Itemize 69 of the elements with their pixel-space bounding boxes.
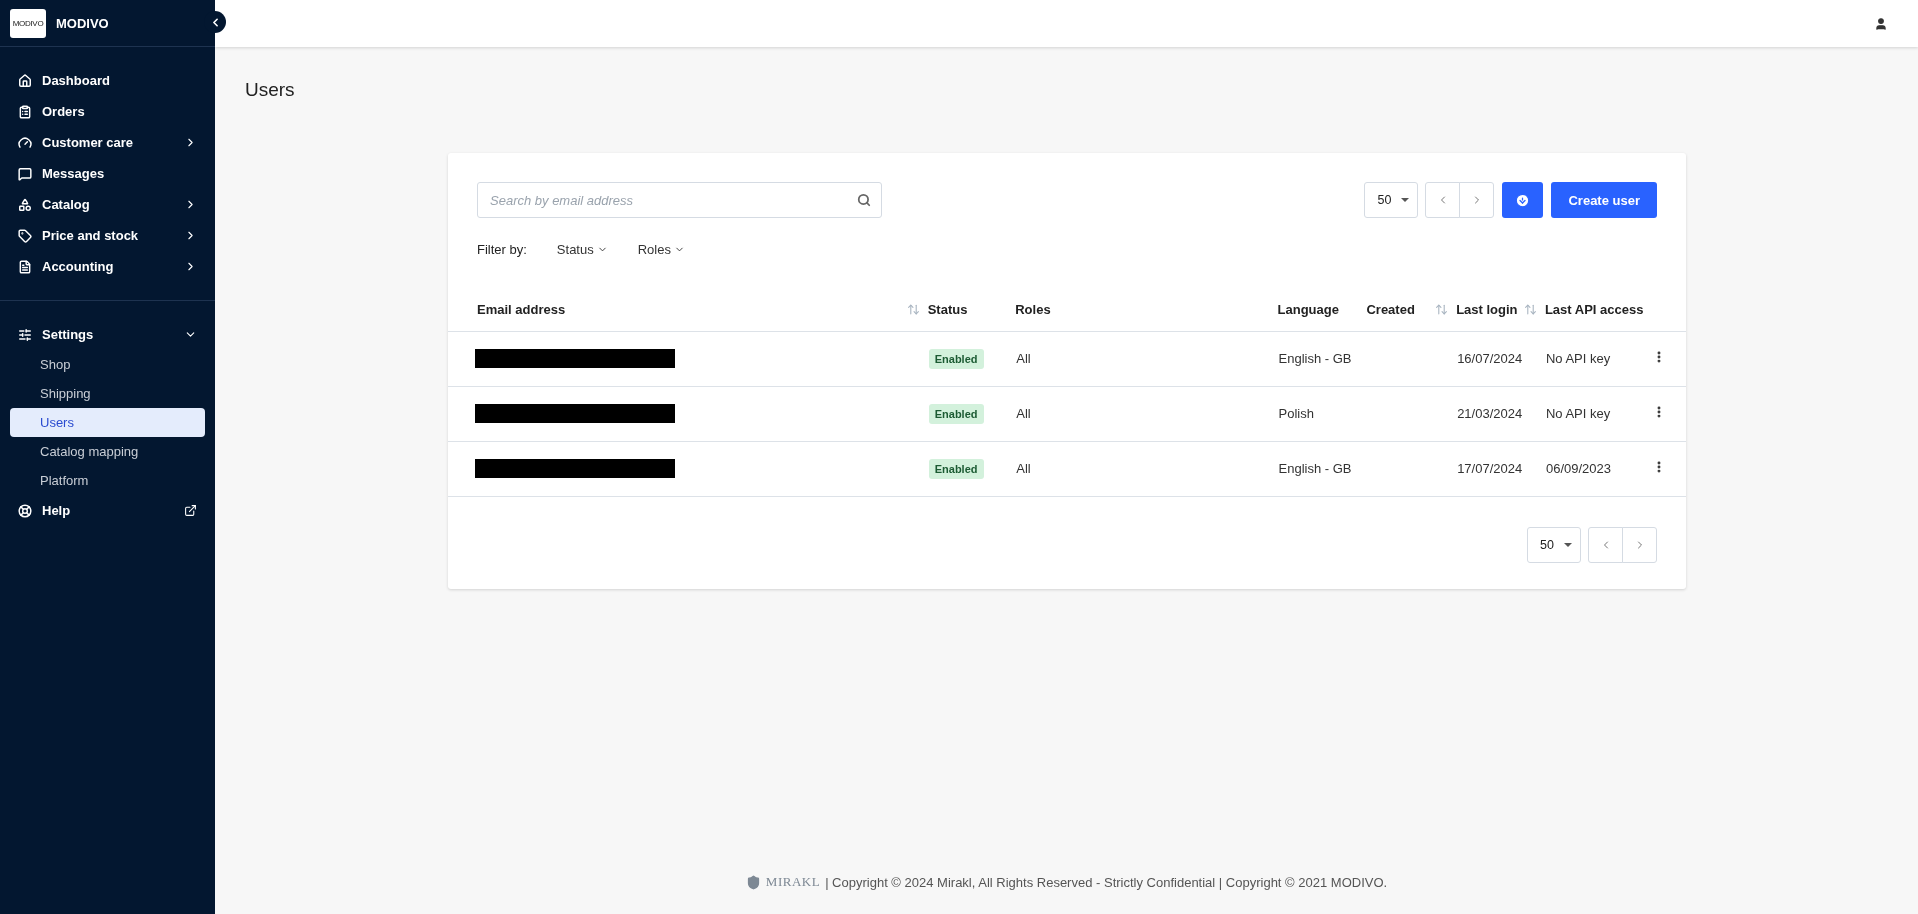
filter-label: Filter by:	[477, 242, 527, 257]
footer-text: | Copyright © 2024 Mirakl, All Rights Reserved - Strictly Confidential | Copyright © 2021 MODIVO.	[825, 874, 1388, 890]
status-badge: Enabled	[928, 404, 984, 424]
table-cell: All	[1016, 351, 1031, 366]
shapes-icon	[18, 197, 32, 212]
message-icon	[18, 166, 32, 181]
next-page-button[interactable]	[1622, 526, 1657, 563]
table-cell: No API key	[1545, 406, 1611, 421]
sidebar-item[interactable]: Customer care	[10, 127, 205, 158]
page-title: Users	[245, 79, 296, 101]
table-cell: 16/07/2024	[1457, 351, 1523, 366]
sidebar-item[interactable]: Orders	[10, 96, 205, 127]
sidebar-item[interactable]: Price and stock	[10, 220, 205, 251]
next-page-button[interactable]	[1459, 182, 1495, 218]
column-header: Status	[927, 301, 968, 317]
previous-page-button[interactable]	[1425, 182, 1461, 218]
sliders-icon	[18, 327, 32, 342]
table-cell: 06/09/2023	[1545, 461, 1611, 476]
table-cell: No API key	[1545, 351, 1611, 366]
filter-dropdown[interactable]: Roles	[637, 242, 685, 257]
sidebar-subitem[interactable]: Shipping	[10, 379, 205, 408]
status-badge: Enabled	[928, 459, 984, 479]
column-header: Language	[1277, 301, 1339, 317]
column-header: Last API access	[1544, 301, 1644, 317]
column-header: Email address	[477, 301, 566, 317]
sidebar-item[interactable]: Dashboard	[10, 65, 205, 96]
column-header: Created	[1366, 301, 1415, 317]
table-cell: 21/03/2024	[1457, 406, 1523, 421]
column-header: Last login	[1456, 301, 1518, 317]
user-icon[interactable]	[1874, 16, 1888, 31]
previous-page-button[interactable]	[1588, 526, 1623, 563]
sidebar-subitem[interactable]: Shop	[10, 350, 205, 379]
sidebar-item[interactable]: Catalog	[10, 189, 205, 220]
footer-logo: MIRAKL	[765, 874, 821, 890]
table-cell: English - GB	[1278, 461, 1352, 476]
table-cell: 17/07/2024	[1457, 461, 1523, 476]
shield-icon	[745, 874, 761, 890]
column-header: Roles	[1015, 301, 1051, 317]
table-cell: All	[1016, 406, 1031, 421]
document-icon	[18, 259, 32, 274]
create-user-button[interactable]: Create user	[1551, 182, 1657, 218]
filter-dropdown[interactable]: Status	[556, 242, 608, 257]
search-icon	[857, 193, 871, 207]
download-icon	[1515, 192, 1531, 208]
sidebar-subitem[interactable]: Users	[10, 408, 205, 437]
sort-icon[interactable]	[906, 302, 920, 316]
status-badge: Enabled	[928, 349, 984, 369]
sort-icon[interactable]	[1523, 302, 1537, 316]
sidebar-item[interactable]: Help	[10, 495, 205, 526]
download-button[interactable]	[1502, 182, 1544, 218]
sidebar-subitem[interactable]: Platform	[10, 466, 205, 495]
brand-name: MODIVO	[56, 15, 109, 31]
lifebuoy-icon	[18, 503, 32, 518]
home-icon	[18, 73, 32, 88]
gauge-icon	[18, 135, 32, 150]
table-cell: Polish	[1278, 406, 1314, 421]
sidebar-item[interactable]: Messages	[10, 158, 205, 189]
table-cell: English - GB	[1278, 351, 1352, 366]
per-page-select[interactable]: 50	[1527, 526, 1581, 563]
sort-icon[interactable]	[1435, 302, 1449, 316]
sidebar-item[interactable]: Accounting	[10, 251, 205, 282]
brand-logo: MODIVO	[10, 8, 46, 38]
per-page-select[interactable]: 50	[1364, 182, 1419, 218]
sidebar-subitem[interactable]: Catalog mapping	[10, 437, 205, 466]
table-cell: All	[1016, 461, 1031, 476]
tag-icon	[18, 228, 32, 243]
sidebar-item[interactable]: Settings	[10, 319, 205, 350]
search-field[interactable]: Search by email address	[477, 182, 882, 218]
clipboard-icon	[18, 104, 32, 119]
